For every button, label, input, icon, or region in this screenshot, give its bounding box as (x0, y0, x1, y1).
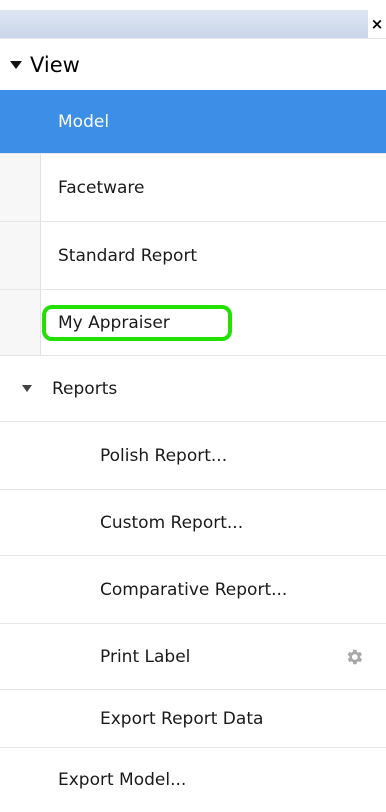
menu-item-my-appraiser[interactable]: My Appraiser (0, 290, 386, 356)
reports-section-header[interactable]: Reports (0, 356, 386, 422)
reports-section-label: Reports (52, 378, 118, 399)
menu-item-export-report-data[interactable]: Export Report Data (0, 690, 386, 748)
side-panel: × View Model Facetware Standard Report M… (0, 0, 386, 812)
close-icon: × (370, 15, 384, 33)
indent-bar (0, 154, 41, 221)
menu-item-model[interactable]: Model (0, 90, 386, 154)
view-section-header[interactable]: View (0, 38, 386, 90)
menu-item-label: Custom Report... (100, 512, 244, 533)
menu-item-label: Facetware (58, 177, 145, 198)
menu-item-label: Print Label (100, 646, 191, 667)
indent-bar (0, 290, 41, 355)
gear-icon[interactable] (344, 647, 364, 667)
menu-item-label: Standard Report (58, 245, 198, 266)
menu-item-standard-report[interactable]: Standard Report (0, 222, 386, 290)
close-button[interactable]: × (368, 10, 386, 38)
menu-item-label: Export Report Data (100, 708, 264, 729)
caret-down-icon (22, 385, 32, 392)
menu-item-label: Comparative Report... (100, 579, 288, 600)
menu-item-label: Export Model... (58, 770, 187, 790)
menu-item-custom-report[interactable]: Custom Report... (0, 490, 386, 556)
menu-item-export-model[interactable]: Export Model... (0, 748, 386, 812)
menu-item-facetware[interactable]: Facetware (0, 154, 386, 222)
menu-item-label: Model (58, 111, 110, 132)
menu-item-print-label[interactable]: Print Label (0, 624, 386, 690)
menu-item-label: My Appraiser (58, 312, 170, 333)
indent-bar (0, 222, 41, 289)
view-section-label: View (30, 52, 80, 77)
caret-down-icon (10, 60, 22, 69)
panel-titlebar[interactable] (0, 10, 370, 38)
menu-item-label: Polish Report... (100, 445, 228, 466)
menu-item-comparative-report[interactable]: Comparative Report... (0, 556, 386, 624)
menu-item-polish-report[interactable]: Polish Report... (0, 422, 386, 490)
